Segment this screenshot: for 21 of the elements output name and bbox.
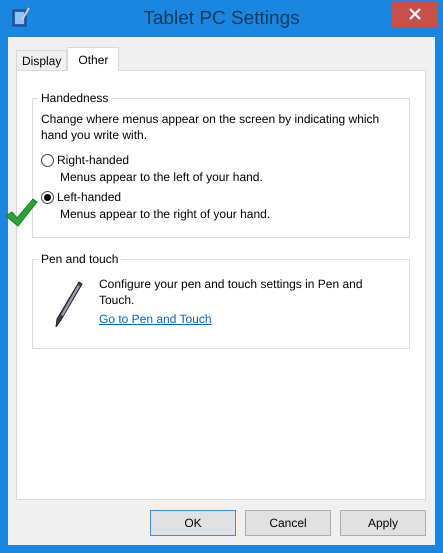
dialog-button[interactable]: Apply (340, 510, 426, 536)
group-title: Pen and touch (40, 252, 120, 266)
check-icon (4, 196, 38, 228)
window-title: Tablet PC Settings (142, 8, 301, 30)
tab[interactable]: Display (16, 50, 68, 70)
radio-button[interactable] (41, 154, 54, 166)
radio-label[interactable]: Left-handed (57, 190, 122, 204)
description: Change where menus appear on the screen by indicating which hand you write with. (41, 111, 380, 143)
option-hint: Menus appear to the left of your hand. (60, 170, 264, 184)
close-button[interactable] (392, 1, 438, 27)
close-icon (409, 8, 421, 20)
tablet-icon (12, 6, 30, 28)
radio-label[interactable]: Right-handed (57, 153, 130, 167)
dialog-button[interactable]: Cancel (245, 510, 331, 536)
option-hint: Menus appear to the right of your hand. (60, 207, 272, 221)
radio-button[interactable] (41, 190, 54, 204)
link[interactable]: Go to Pen and Touch (99, 311, 212, 327)
group-title: Handedness (40, 91, 110, 105)
tab[interactable]: Other (67, 47, 120, 71)
dialog-button[interactable]: OK (150, 510, 236, 536)
description: Configure your pen and touch settings in Pen and Touch. (99, 276, 364, 308)
